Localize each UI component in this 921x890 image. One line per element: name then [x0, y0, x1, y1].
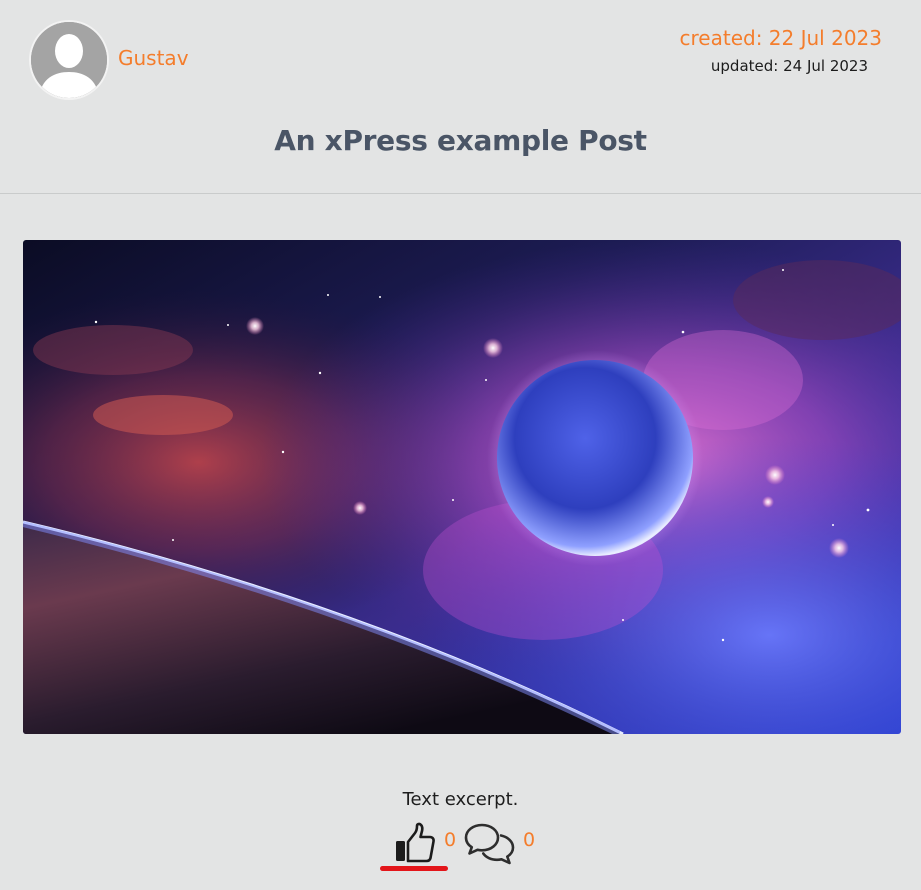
post-page: Gustav created: 22 Jul 2023 updated: 24 … [0, 0, 921, 890]
space-planet-image [23, 240, 901, 734]
post-title: An xPress example Post [274, 124, 647, 157]
like-count: 0 [444, 829, 457, 851]
post-actions: 0 0 [380, 820, 560, 872]
post-excerpt: Text excerpt. [402, 789, 519, 810]
thumbs-up-icon [396, 822, 435, 863]
comments-button[interactable]: 0 [464, 820, 554, 872]
author-name-link[interactable]: Gustav [118, 46, 189, 70]
created-date: created: 22 Jul 2023 [679, 26, 882, 50]
author-avatar[interactable] [31, 22, 107, 98]
post-featured-image[interactable] [23, 240, 901, 734]
comments-icon [464, 823, 515, 865]
post-header: Gustav created: 22 Jul 2023 updated: 24 … [0, 0, 921, 194]
comment-count: 0 [523, 829, 536, 851]
like-active-indicator [380, 866, 448, 871]
like-button[interactable]: 0 [380, 820, 470, 872]
user-silhouette-icon [31, 22, 107, 98]
updated-date: updated: 24 Jul 2023 [710, 57, 868, 75]
